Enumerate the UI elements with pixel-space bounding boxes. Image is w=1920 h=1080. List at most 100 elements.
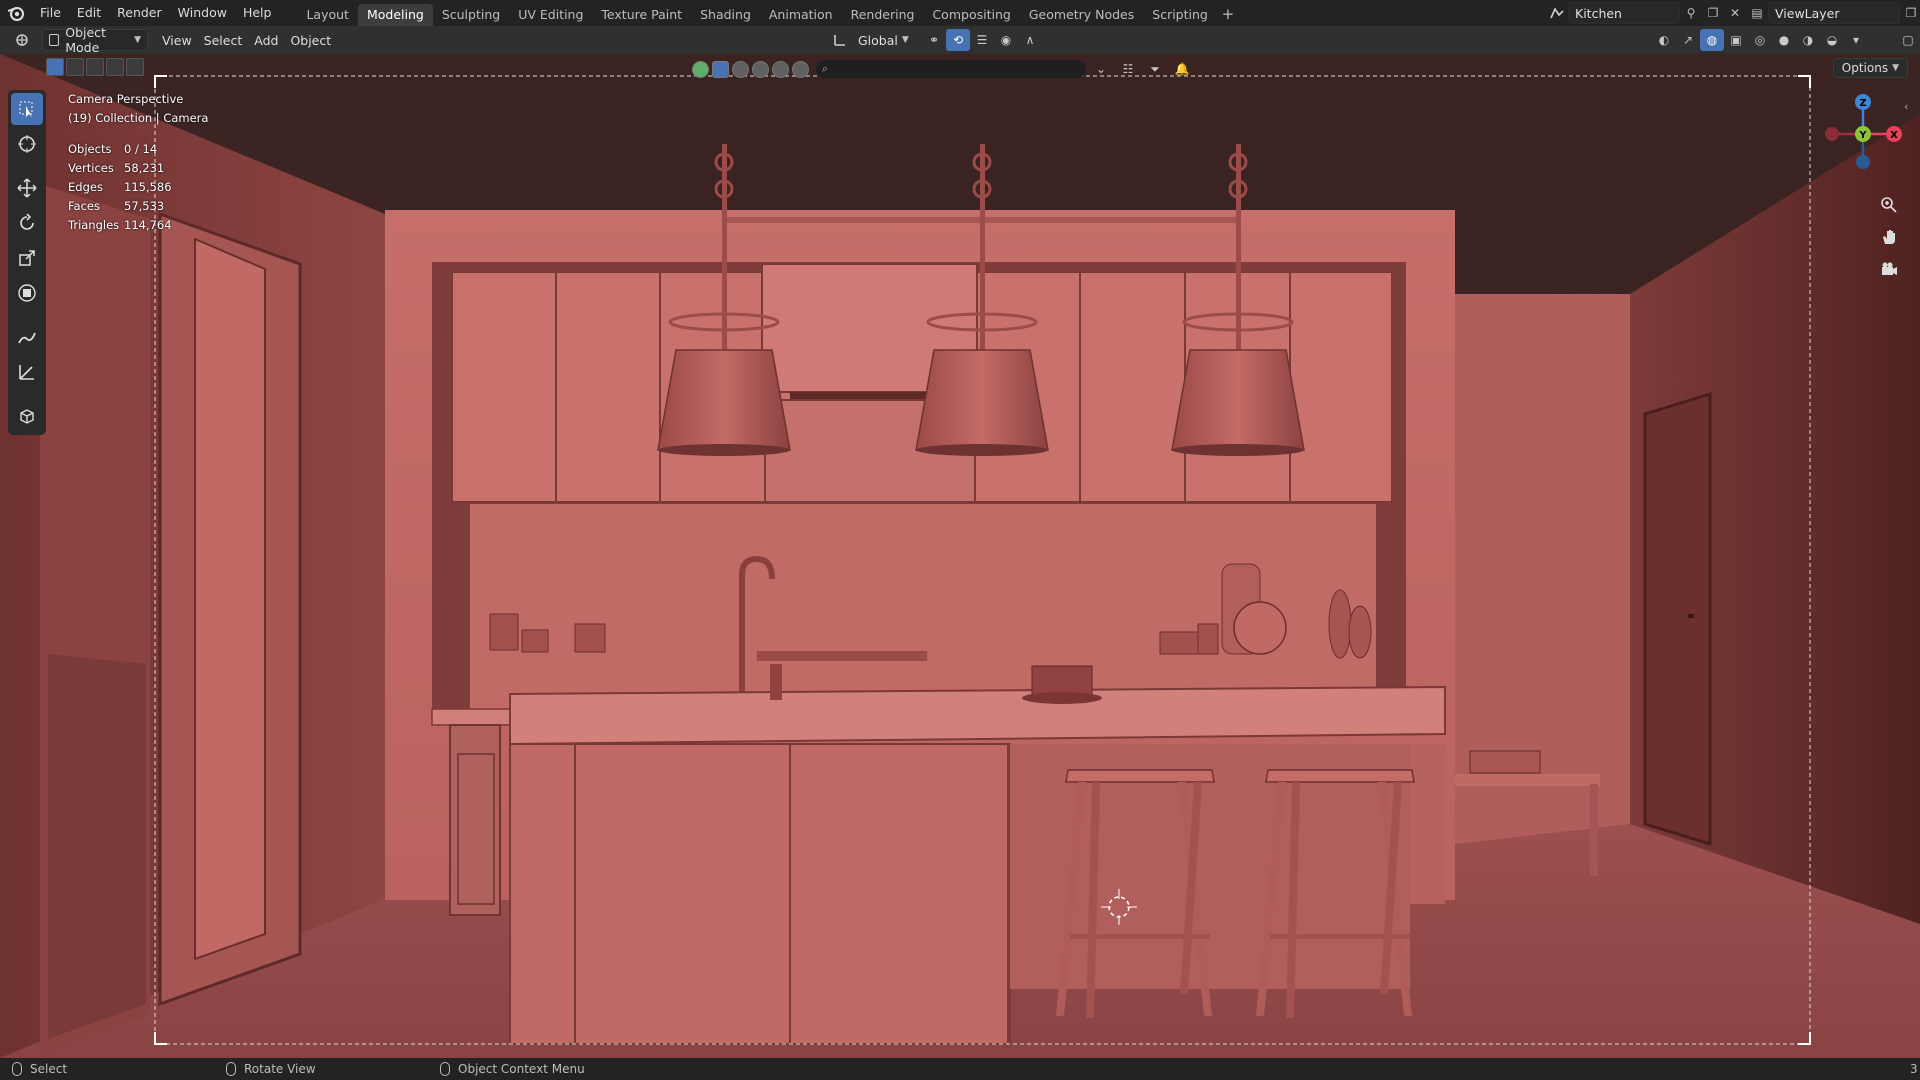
viewport-header: Object Mode ▼ View Select Add Object Glo… — [0, 25, 1920, 55]
tab-geometry-nodes[interactable]: Geometry Nodes — [1020, 4, 1143, 26]
transform-orientation-dropdown[interactable]: Global ▼ — [852, 29, 922, 51]
visibility-icon[interactable]: ◐ — [1652, 29, 1676, 51]
rotate-tool[interactable] — [11, 207, 43, 239]
annotate-tool[interactable] — [11, 321, 43, 353]
stat-label: Objects — [68, 142, 112, 156]
select-menu[interactable]: Select — [198, 29, 249, 51]
pan-hand-icon[interactable] — [1876, 224, 1902, 250]
gizmo-neg-x-axis[interactable] — [1825, 127, 1839, 141]
select-invert-icon[interactable] — [106, 58, 124, 76]
add-menu[interactable]: Add — [248, 29, 284, 51]
empty-visibility-icon[interactable] — [772, 60, 789, 78]
new-view-layer-icon[interactable]: ❐ — [1900, 2, 1920, 24]
shading-rendered-icon[interactable]: ◒ — [1820, 29, 1844, 51]
measure-tool[interactable] — [11, 356, 43, 388]
filter-dropdown-icon[interactable]: ⌄ — [1089, 58, 1113, 80]
xray-icon[interactable]: ▣ — [1724, 29, 1748, 51]
stat-label: Triangles — [68, 218, 120, 232]
gizmo-neg-z-axis[interactable] — [1856, 155, 1870, 169]
scene-name-field[interactable]: Kitchen — [1568, 2, 1680, 24]
view-layer-field[interactable]: ViewLayer — [1768, 2, 1900, 24]
falloff-icon[interactable]: ∧ — [1018, 29, 1042, 51]
tab-uv-editing[interactable]: UV Editing — [509, 4, 592, 26]
options-dropdown[interactable]: Options ▼ — [1832, 58, 1908, 78]
tab-rendering[interactable]: Rendering — [842, 4, 924, 26]
gizmo-toggle-icon[interactable]: ↗ — [1676, 29, 1700, 51]
shading-solid-icon[interactable]: ● — [1772, 29, 1796, 51]
selection-mode-group — [46, 58, 144, 76]
stat-value: 57,533 — [124, 199, 165, 213]
pivot-point-icon[interactable]: ⚭ — [922, 29, 946, 51]
select-intersect-icon[interactable] — [126, 58, 144, 76]
pin-icon[interactable]: ⚲ — [1680, 2, 1702, 24]
light-visibility-icon[interactable] — [732, 60, 749, 78]
snap-icon[interactable]: ⟲ — [946, 29, 970, 51]
navigation-gizmo[interactable]: Z X Y — [1818, 90, 1908, 180]
menu-edit[interactable]: Edit — [69, 0, 109, 26]
gizmo-z-label: Z — [1859, 98, 1866, 109]
new-scene-icon[interactable]: ❐ — [1702, 2, 1724, 24]
tab-texture-paint[interactable]: Texture Paint — [592, 4, 691, 26]
close-scene-icon[interactable]: ✕ — [1724, 2, 1746, 24]
tab-sculpting[interactable]: Sculpting — [433, 4, 509, 26]
chevron-down-icon: ▼ — [1892, 63, 1899, 73]
camera-visibility-icon[interactable] — [752, 60, 769, 78]
kitchen-island[interactable] — [509, 664, 1446, 1045]
other-visibility-icon[interactable] — [792, 60, 809, 78]
object-visibility-icon[interactable] — [712, 60, 729, 78]
shading-options-icon[interactable]: ▾ — [1844, 29, 1868, 51]
menu-help[interactable]: Help — [235, 0, 280, 26]
tab-shading[interactable]: Shading — [691, 4, 760, 26]
select-new-icon[interactable] — [46, 58, 64, 76]
tab-animation[interactable]: Animation — [760, 4, 842, 26]
view-layer-icon[interactable]: ▤ — [1746, 2, 1768, 24]
view-menu[interactable]: View — [156, 29, 198, 51]
3d-viewport[interactable]: ⌕ ⌄ ☷ ⏷ 🔔 Options ▼ Camera Perspective (… — [0, 54, 1920, 1058]
properties-toggle-icon[interactable]: ▢ — [1896, 29, 1920, 51]
sidebar-toggle-icon[interactable]: ‹ — [1904, 100, 1908, 113]
status-select-label: Select — [30, 1062, 68, 1076]
snap-target-icon[interactable]: ☰ — [970, 29, 994, 51]
tab-modeling[interactable]: Modeling — [357, 4, 433, 26]
mesh-visibility-icon[interactable] — [692, 60, 709, 78]
scene-icon[interactable] — [1546, 2, 1568, 24]
zoom-icon[interactable] — [1876, 192, 1902, 218]
camera-view-icon[interactable] — [1876, 256, 1902, 282]
menu-file[interactable]: File — [32, 0, 69, 26]
overlays-icon[interactable]: ◍ — [1700, 29, 1724, 51]
select-extend-icon[interactable] — [66, 58, 84, 76]
add-cube-tool[interactable] — [11, 400, 43, 432]
notification-icon[interactable]: 🔔 — [1170, 58, 1194, 80]
mode-dropdown[interactable]: Object Mode ▼ — [42, 25, 148, 55]
transform-tool[interactable] — [11, 277, 43, 309]
tool-shelf — [8, 90, 46, 435]
move-tool[interactable] — [11, 172, 43, 204]
mouse-left-icon — [12, 1062, 22, 1076]
tab-compositing[interactable]: Compositing — [923, 4, 1019, 26]
sort-icon[interactable]: ☷ — [1116, 58, 1140, 80]
chevron-down-icon: ▼ — [901, 35, 909, 45]
view-layer-name: ViewLayer — [1775, 5, 1840, 21]
tab-layout[interactable]: Layout — [297, 4, 358, 26]
kitchen-scene-render[interactable] — [0, 54, 1920, 1058]
object-menu[interactable]: Object — [284, 29, 337, 51]
scale-tool[interactable] — [11, 242, 43, 274]
mouse-right-icon — [440, 1062, 450, 1076]
select-subtract-icon[interactable] — [86, 58, 104, 76]
editor-type-icon[interactable] — [10, 29, 34, 51]
menu-window[interactable]: Window — [170, 0, 235, 26]
chevron-down-icon: ▼ — [134, 35, 141, 45]
tab-scripting[interactable]: Scripting — [1143, 4, 1217, 26]
shading-wireframe-icon[interactable]: ◎ — [1748, 29, 1772, 51]
gizmo-x-label: X — [1890, 130, 1898, 141]
stat-value: 58,231 — [124, 161, 165, 175]
shading-material-icon[interactable]: ◑ — [1796, 29, 1820, 51]
menu-render[interactable]: Render — [109, 0, 170, 26]
proportional-edit-icon[interactable]: ◉ — [994, 29, 1018, 51]
blender-logo-icon[interactable] — [0, 0, 32, 26]
cursor-tool[interactable] — [11, 128, 43, 160]
add-workspace-button[interactable]: + — [1217, 5, 1239, 23]
filter-icon[interactable]: ⏷ — [1143, 58, 1167, 80]
search-input[interactable]: ⌕ — [816, 60, 1086, 78]
select-box-tool[interactable] — [11, 93, 43, 125]
